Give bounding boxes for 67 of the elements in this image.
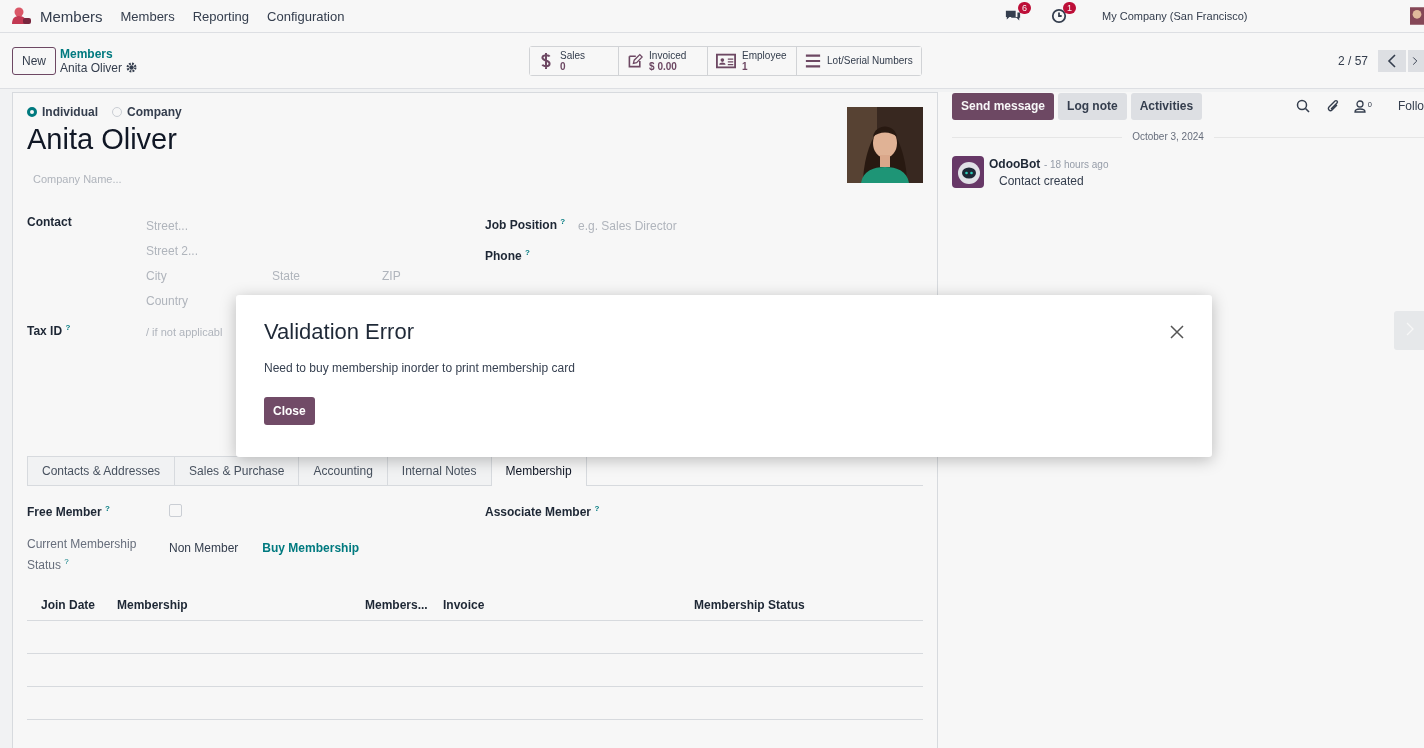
zip-field[interactable]: ZIP — [382, 263, 465, 288]
menu-item[interactable]: Configuration — [267, 8, 345, 24]
dialog-title: Validation Error — [264, 319, 414, 345]
radio-option[interactable]: Individual — [27, 105, 98, 119]
message-author: OdooBot — [989, 157, 1041, 171]
field-label: Contact — [27, 214, 73, 231]
city-field[interactable]: City — [146, 263, 272, 288]
record-title: Anita Oliver — [60, 60, 123, 75]
field-label: Job Position $^{?}$ — [485, 216, 567, 234]
edit-icon — [627, 51, 644, 70]
chevron-left-icon — [1387, 53, 1397, 68]
column-header[interactable]: Join Date — [27, 598, 117, 612]
state-field[interactable]: State — [272, 263, 382, 288]
partner-name[interactable]: Anita Oliver — [27, 123, 847, 156]
gear-icon[interactable] — [126, 62, 138, 73]
column-header[interactable]: Membership Status — [680, 598, 923, 612]
field-label: Free Member $^{?}$ — [27, 503, 111, 521]
paperclip-icon[interactable] — [1325, 98, 1340, 114]
count-badge: 6 — [1017, 2, 1031, 14]
field-label: Current Membership Status $^{?}$ — [27, 536, 138, 574]
clock-icon[interactable] — [1051, 8, 1067, 24]
app-logo-icon[interactable] — [12, 7, 32, 25]
tab[interactable]: Membership — [490, 456, 587, 486]
pager-counter: 2 / 57 — [1337, 53, 1368, 68]
buy-membership-link[interactable]: Buy Membership — [262, 541, 360, 555]
field-label: Phone $^{?}$ — [485, 247, 531, 265]
message-body: Contact created — [999, 174, 1085, 188]
column-header[interactable]: Invoice — [443, 598, 680, 612]
previous-button[interactable] — [1378, 49, 1406, 72]
bot-avatar-icon — [952, 156, 984, 188]
message-time: - 18 hours ago — [1043, 159, 1109, 170]
checkbox[interactable] — [169, 504, 182, 517]
breadcrumb-link[interactable]: Members — [60, 46, 138, 61]
country-field[interactable]: Country — [146, 288, 465, 313]
chatter-button[interactable]: Log note — [1058, 92, 1127, 120]
menu-item[interactable]: Reporting — [192, 8, 250, 24]
column-header[interactable]: Membership — [117, 598, 365, 612]
tab[interactable]: Internal Notes — [386, 456, 492, 485]
date-separator: October 3, 2024 — [1122, 131, 1214, 142]
count-badge: 1 — [1063, 2, 1076, 14]
user-avatar-icon[interactable] — [1410, 5, 1424, 27]
dialog-message: Need to buy membership inorder to print membership card — [264, 361, 576, 375]
smart-button[interactable]: Sales 0 — [530, 46, 620, 75]
app-name[interactable]: Members — [40, 7, 103, 25]
street2-field[interactable]: Street 2... — [146, 238, 465, 263]
status-value: Non Member — [169, 541, 239, 555]
field-label: Tax ID $^{?}$ — [27, 322, 72, 340]
radio-option[interactable]: Company — [112, 105, 182, 119]
tab[interactable]: Accounting — [298, 456, 388, 485]
job-position-field[interactable]: e.g. Sales Director — [578, 213, 923, 238]
tab[interactable]: Sales & Purchase — [174, 456, 300, 485]
company-switcher[interactable]: My Company (San Francisco) — [1102, 10, 1402, 22]
id-card-icon — [716, 51, 737, 70]
chatter-button[interactable]: Send message — [952, 92, 1055, 120]
follow-button[interactable]: Follo — [1398, 99, 1424, 113]
menu-item[interactable]: Members — [120, 8, 175, 24]
company-name-field[interactable]: Company Name... — [33, 166, 333, 191]
street-field[interactable]: Street... — [146, 213, 465, 238]
tab[interactable]: Contacts & Addresses — [27, 456, 176, 485]
column-header[interactable]: Members... — [365, 598, 443, 612]
tax-id-field[interactable]: / if not applicabl — [146, 319, 235, 344]
close-button[interactable]: Close — [264, 397, 315, 425]
close-icon[interactable] — [1170, 325, 1184, 339]
search-icon[interactable] — [1295, 99, 1310, 113]
chatter-button[interactable]: Activities — [1130, 92, 1203, 120]
new-button[interactable]: New — [12, 46, 56, 75]
field-label: Associate Member $^{?}$ — [485, 503, 600, 521]
